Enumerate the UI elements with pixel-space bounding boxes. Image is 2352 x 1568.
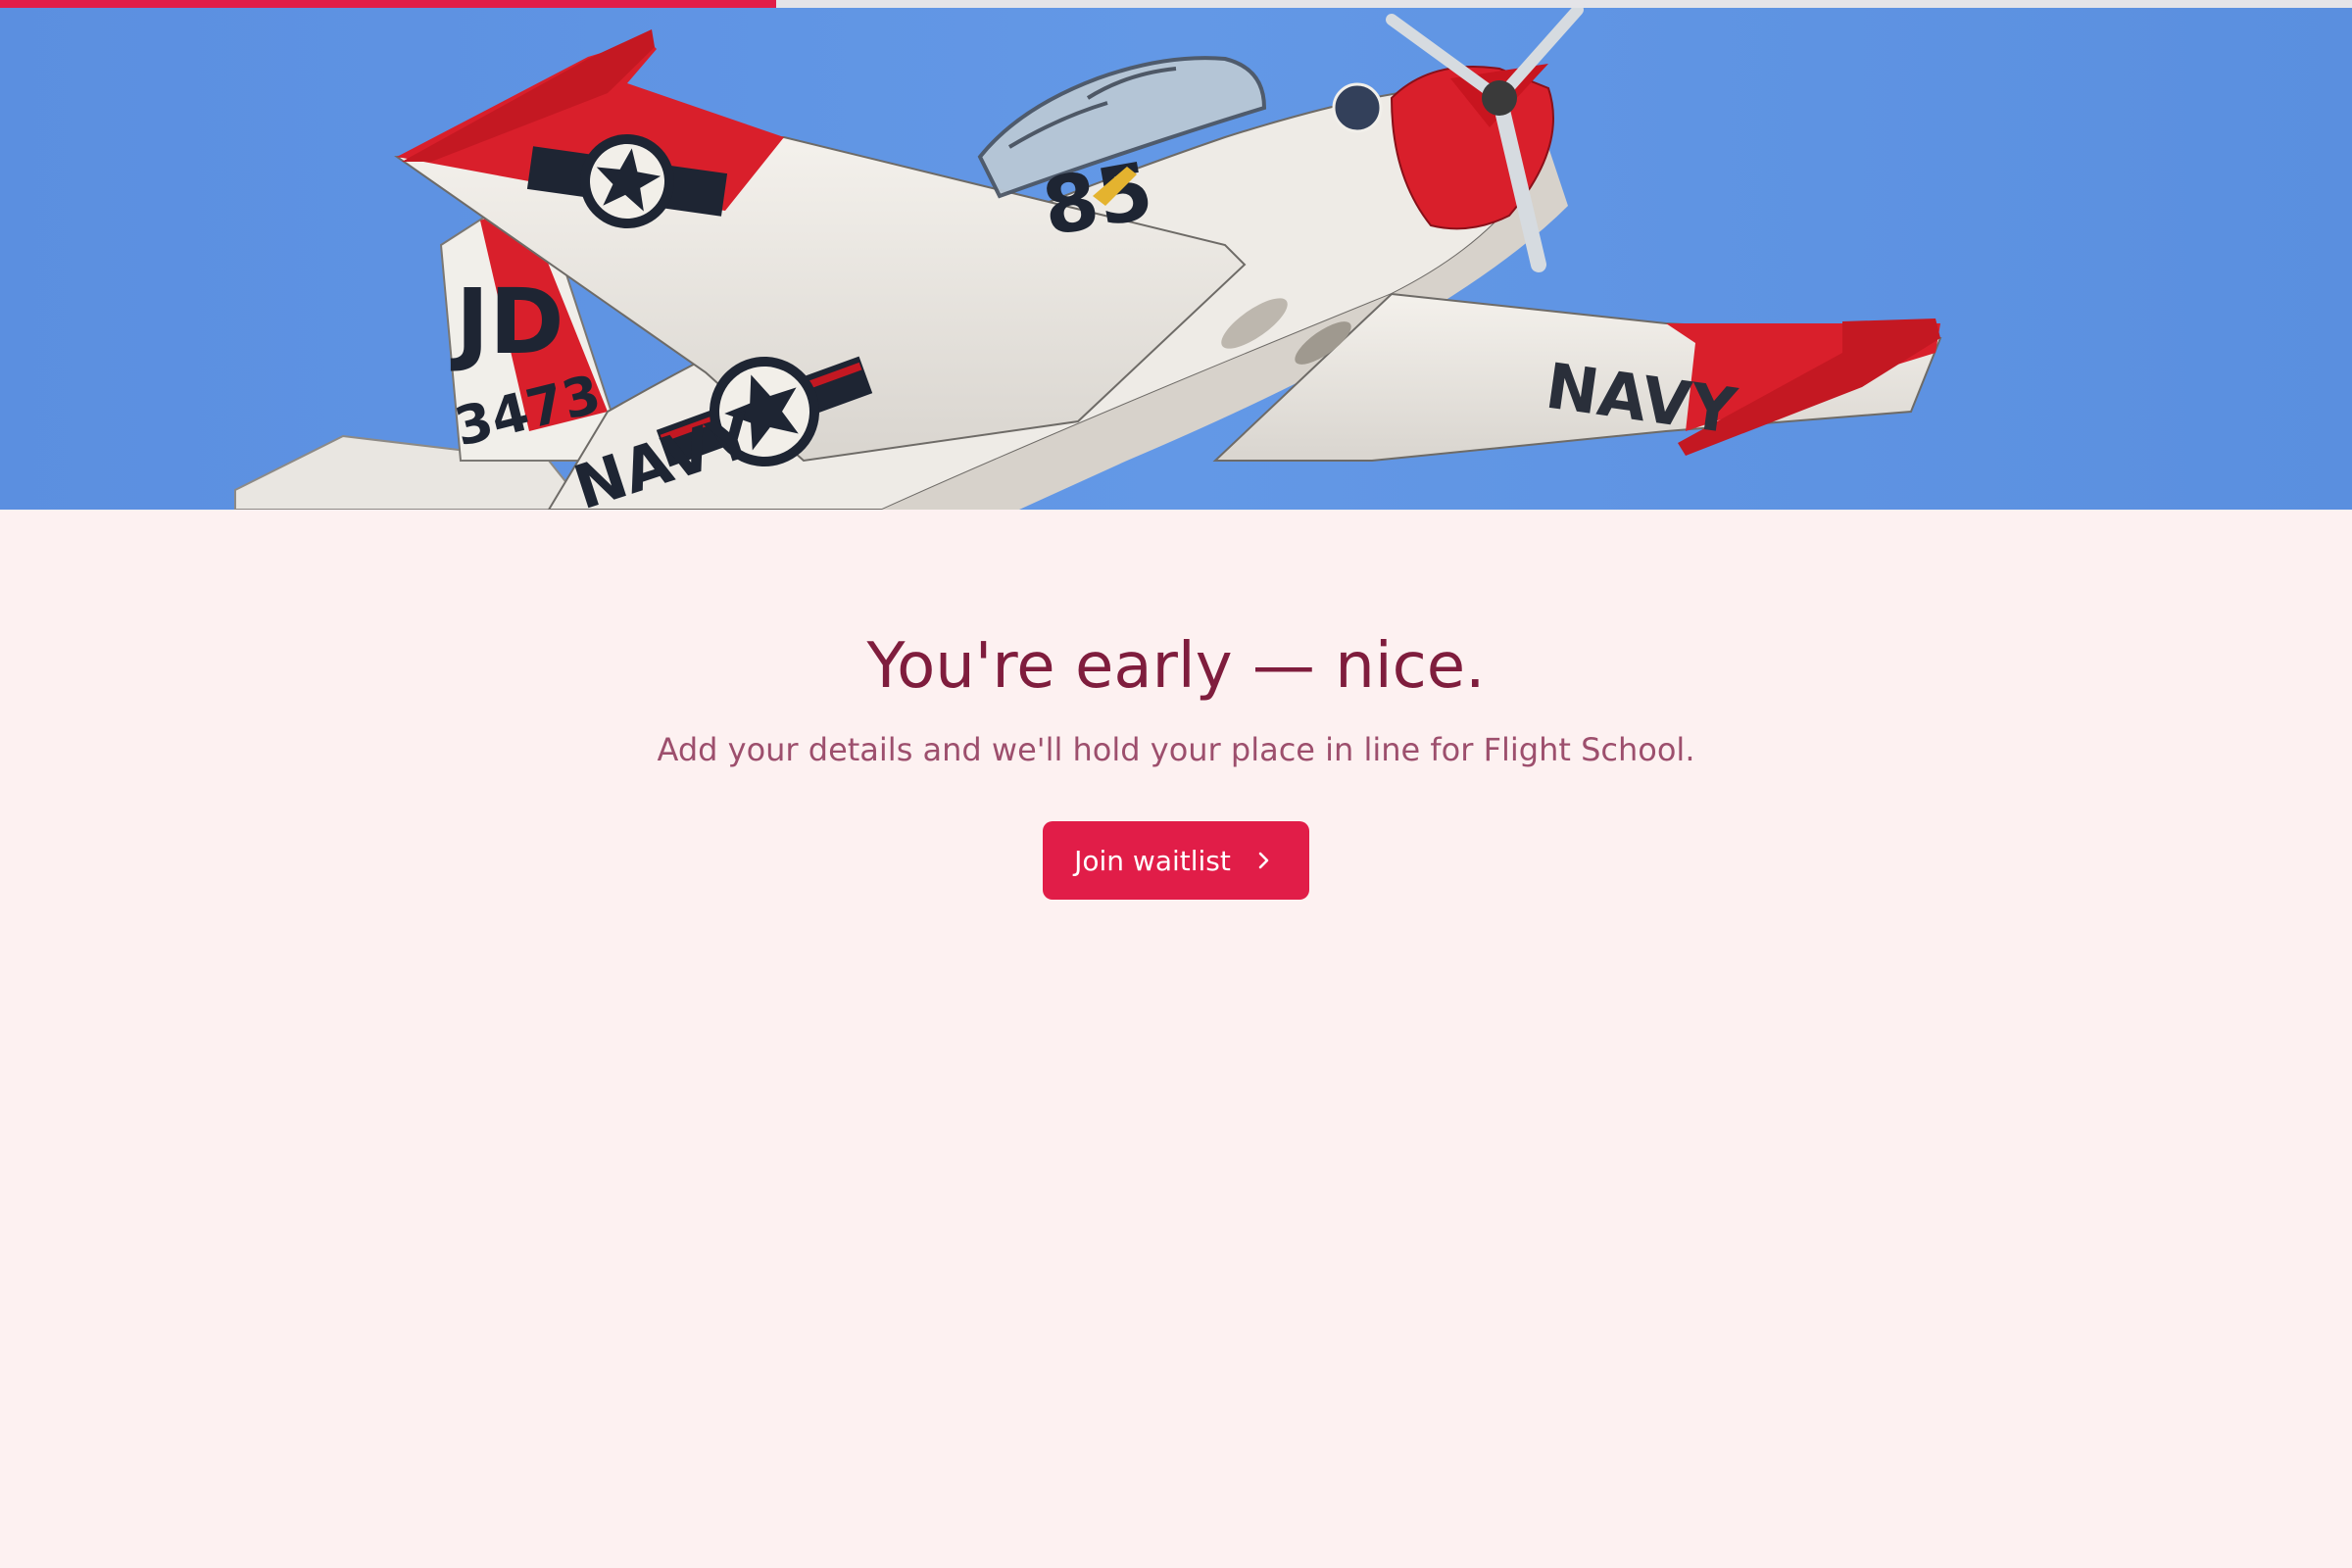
progress-bar [0, 0, 2352, 8]
tail-code-text: JD [450, 270, 564, 374]
progress-bar-fill [0, 0, 776, 8]
hero-image: JD 3473 NAVY 85 NAVY [0, 0, 2352, 510]
join-waitlist-label: Join waitlist [1074, 844, 1231, 877]
page-title: You're early — nice. [866, 630, 1486, 703]
airplane-photo: JD 3473 NAVY 85 NAVY [0, 0, 2352, 510]
join-waitlist-button[interactable]: Join waitlist [1043, 821, 1309, 901]
page: JD 3473 NAVY 85 NAVY You're early — nice… [0, 0, 2352, 1568]
chevron-right-icon [1258, 853, 1269, 869]
waitlist-section: You're early — nice. Add your details an… [0, 510, 2352, 901]
page-subtitle: Add your details and we'll hold your pla… [657, 730, 1695, 768]
